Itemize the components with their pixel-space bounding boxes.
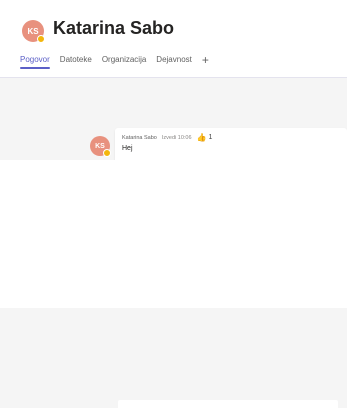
message-bubble[interactable]: Katarina Sabo Izvedi 10:06 👍 1 Hej [115,128,347,163]
reaction-count: 1 [208,134,213,141]
message-avatar[interactable]: KS [90,136,111,157]
page-title: Katarina Sabo [53,18,175,38]
thumbs-up-icon: 👍 [196,133,207,142]
conversation-area: KS Katarina Sabo Izvedi 10:06 👍 1 Hej [0,78,347,163]
avatar-initials: KS [95,142,105,150]
avatar-initials: KS [27,26,39,36]
message-text: Hej [122,145,133,152]
tab-organizacija[interactable]: Organizacija [102,55,146,69]
tab-bar: Pogovor Datoteke Organizacija Dejavnost … [20,54,209,69]
chat-header: KS Katarina Sabo Pogovor Datoteke Organi… [0,0,347,78]
message-time: Izvedi 10:06 [161,134,192,141]
chat-empty-space [0,160,347,308]
presence-away-icon [103,149,111,157]
compose-area [0,308,347,408]
reaction-like[interactable]: 👍 1 [197,133,213,142]
message-meta: Katarina Sabo Izvedi 10:06 👍 1 [122,133,340,142]
tab-dejavnost[interactable]: Dejavnost [156,55,192,69]
message-author: Katarina Sabo [122,134,157,141]
presence-away-icon [37,35,45,43]
tab-pogovor[interactable]: Pogovor [20,55,50,69]
teams-chat-window: KS Katarina Sabo Pogovor Datoteke Organi… [0,0,347,408]
tab-datoteke[interactable]: Datoteke [60,55,92,69]
add-tab-button[interactable]: + [202,54,209,69]
avatar[interactable]: KS [22,20,45,43]
compose-box[interactable] [118,400,338,408]
